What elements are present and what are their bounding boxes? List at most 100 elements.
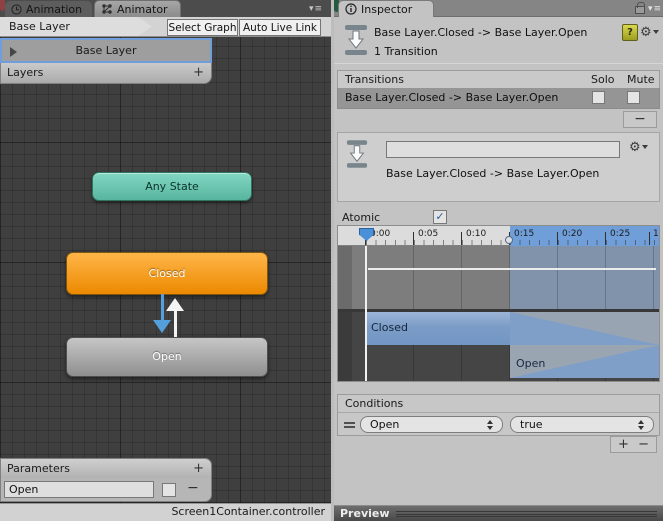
transition-icon (344, 24, 368, 56)
detail-gear-icon[interactable]: ⚙ (629, 141, 648, 154)
header-divider (334, 63, 663, 64)
gear-icon[interactable]: ⚙ (640, 26, 659, 39)
breadcrumb[interactable]: Base Layer (0, 17, 152, 36)
inspector-title: Base Layer.Closed -> Base Layer.Open (374, 26, 588, 39)
parameters-header-label: Parameters (7, 462, 70, 475)
tick-label: 0:25 (610, 229, 631, 239)
add-layer-button[interactable]: + (193, 63, 204, 82)
preview-bar[interactable]: Preview (334, 505, 663, 521)
transitions-list-header: Transitions Solo Mute (337, 70, 660, 89)
blend-graph-transition-tint (510, 246, 659, 309)
condition-drag-handle-icon[interactable] (344, 422, 355, 428)
transition-row-label: Base Layer.Closed -> Base Layer.Open (345, 91, 559, 104)
tab-animator-label: Animator (117, 2, 168, 16)
parameter-bool-checkbox[interactable] (162, 483, 176, 497)
major-tick (605, 232, 606, 245)
tick-label: 0:20 (562, 229, 583, 239)
breadcrumb-label: Base Layer (9, 20, 70, 33)
layer-item-base-layer[interactable]: Base Layer (0, 38, 212, 63)
panel-menu-icon[interactable]: ▾≡ (309, 4, 323, 14)
condition-value-dropdown[interactable]: true (510, 416, 654, 433)
state-node-closed[interactable]: Closed (66, 252, 268, 295)
tick-label: 0:10 (466, 229, 487, 239)
condition-parameter-dropdown[interactable]: Open (360, 416, 503, 433)
remove-condition-button[interactable]: − (638, 437, 649, 452)
tick-label: 1 (653, 229, 659, 239)
unity-editor: Animation Animator ▾≡ Base Layer Select … (0, 0, 663, 521)
closed-fade-out[interactable] (510, 312, 659, 345)
tab-animation-label: Animation (26, 2, 83, 16)
condition-value: true (520, 418, 543, 431)
transition-arrowhead-up-icon[interactable] (166, 298, 184, 311)
tick-label: 0:15 (514, 229, 535, 239)
conditions-title: Conditions (345, 397, 404, 410)
inspector-menu-icon[interactable]: ▾≡ (648, 4, 662, 14)
major-tick (557, 232, 558, 245)
animator-panel: Animation Animator ▾≡ Base Layer Select … (0, 0, 331, 521)
select-graph-button[interactable]: Select Graph (167, 19, 238, 36)
major-tick (649, 232, 650, 245)
playhead-line[interactable] (365, 246, 367, 381)
atomic-label: Atomic (342, 211, 381, 224)
solo-checkbox[interactable] (592, 91, 605, 104)
controller-status-bar: Screen1Container.controller (0, 503, 331, 521)
transition-name-field[interactable] (386, 141, 620, 158)
state-node-open[interactable]: Open (66, 337, 268, 377)
condition-add-remove-box: + − (610, 436, 657, 453)
conditions-box: Conditions Open true (337, 394, 660, 436)
tab-animation[interactable]: Animation (5, 1, 92, 17)
preview-label: Preview (340, 507, 390, 520)
add-condition-button[interactable]: + (618, 437, 629, 452)
dropdown-arrows-icon (638, 420, 645, 430)
closed-clip-label: Closed (371, 321, 408, 334)
parameter-row: − (0, 478, 212, 502)
transition-detail-label: Base Layer.Closed -> Base Layer.Open (386, 167, 600, 180)
tab-inspector[interactable]: Inspector (338, 0, 434, 17)
parameters-header: Parameters + (0, 458, 212, 479)
state-node-any-state[interactable]: Any State (92, 172, 252, 201)
dropdown-arrows-icon (487, 420, 494, 430)
layer-item-label: Base Layer (75, 44, 137, 57)
major-tick (461, 232, 462, 245)
help-book-icon[interactable]: ? (622, 24, 638, 41)
inspector-subtitle: 1 Transition (374, 45, 438, 58)
preview-drag-handle-icon[interactable] (396, 511, 657, 517)
timeline-body[interactable]: Closed Open (338, 246, 659, 381)
parameter-name-field[interactable] (4, 481, 154, 498)
transition-arrow-open-to-closed[interactable] (174, 311, 177, 337)
auto-live-link-button[interactable]: Auto Live Link (239, 19, 321, 36)
lock-icon[interactable] (635, 2, 645, 14)
tick-label: 0:05 (418, 229, 439, 239)
open-clip-row[interactable]: Open (338, 345, 659, 378)
transition-list-row[interactable]: Base Layer.Closed -> Base Layer.Open (337, 88, 660, 109)
tab-inspector-label: Inspector (361, 2, 413, 16)
transition-icon-small (346, 139, 368, 169)
clock-icon (11, 3, 22, 15)
solo-column-label: Solo (591, 73, 615, 86)
remove-parameter-button[interactable]: − (187, 480, 199, 496)
info-icon (345, 3, 357, 15)
transition-arrow-closed-to-open[interactable] (161, 294, 164, 322)
inspector-panel: Inspector ▾≡ Base Layer.Closed -> Base L… (334, 0, 663, 521)
blend-weight-line (368, 268, 656, 270)
transitions-title: Transitions (345, 73, 404, 86)
layers-header: Layers + (0, 63, 212, 84)
closed-clip-row[interactable]: Closed (338, 312, 659, 345)
transition-start-handle[interactable] (505, 236, 513, 244)
layers-header-label: Layers (7, 66, 44, 79)
major-tick (413, 232, 414, 245)
condition-parameter-value: Open (370, 418, 400, 431)
timeline-ruler[interactable]: 0:00 0:05 0:10 0:15 0:20 0:25 1 (338, 226, 659, 246)
remove-transition-button[interactable]: − (623, 111, 657, 128)
transition-detail-box: ⚙ Base Layer.Closed -> Base Layer.Open (337, 132, 660, 202)
open-clip-label: Open (516, 357, 546, 370)
conditions-divider (338, 412, 659, 413)
transition-timeline[interactable]: 0:00 0:05 0:10 0:15 0:20 0:25 1 Closed O… (337, 225, 660, 382)
transition-arrowhead-down-icon[interactable] (153, 320, 171, 333)
atomic-checkbox[interactable]: ✓ (433, 210, 447, 224)
mute-checkbox[interactable] (627, 91, 640, 104)
animator-state-machine-icon (101, 3, 113, 15)
add-parameter-button[interactable]: + (193, 459, 204, 478)
tab-animator[interactable]: Animator (94, 0, 181, 17)
mute-column-label: Mute (627, 73, 655, 86)
